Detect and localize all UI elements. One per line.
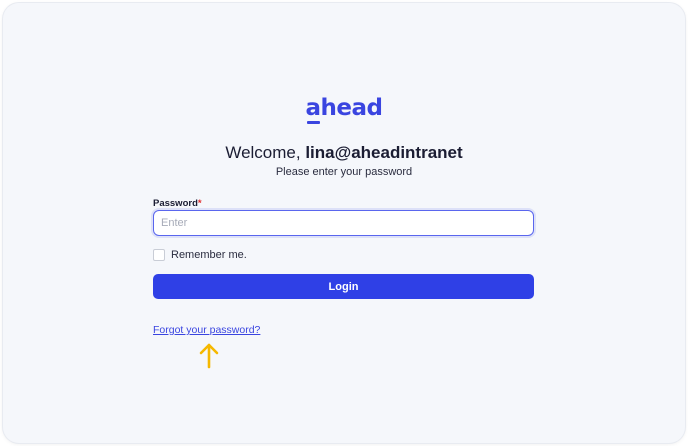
ahead-logo: ahead — [3, 95, 685, 124]
logo-letter-a: a — [305, 95, 321, 124]
login-page: ahead Welcome, lina@aheadintranet Please… — [3, 3, 685, 443]
login-button[interactable]: Login — [153, 274, 534, 299]
password-label: Password* — [153, 198, 202, 209]
forgot-password-link[interactable]: Forgot your password? — [153, 324, 260, 336]
welcome-prefix: Welcome, — [225, 143, 306, 162]
remember-me-label[interactable]: Remember me. — [171, 249, 247, 261]
remember-me[interactable]: Remember me. — [153, 249, 247, 261]
logo-text: head — [320, 95, 383, 121]
arrow-up-icon — [199, 343, 219, 369]
password-input[interactable] — [153, 210, 534, 236]
required-asterisk: * — [197, 198, 202, 209]
user-email: lina@aheadintranet — [305, 143, 463, 162]
password-label-text: Password — [153, 198, 198, 209]
welcome-heading: Welcome, lina@aheadintranet — [3, 143, 685, 163]
password-instruction: Please enter your password — [275, 166, 413, 178]
remember-me-checkbox[interactable] — [153, 249, 165, 261]
